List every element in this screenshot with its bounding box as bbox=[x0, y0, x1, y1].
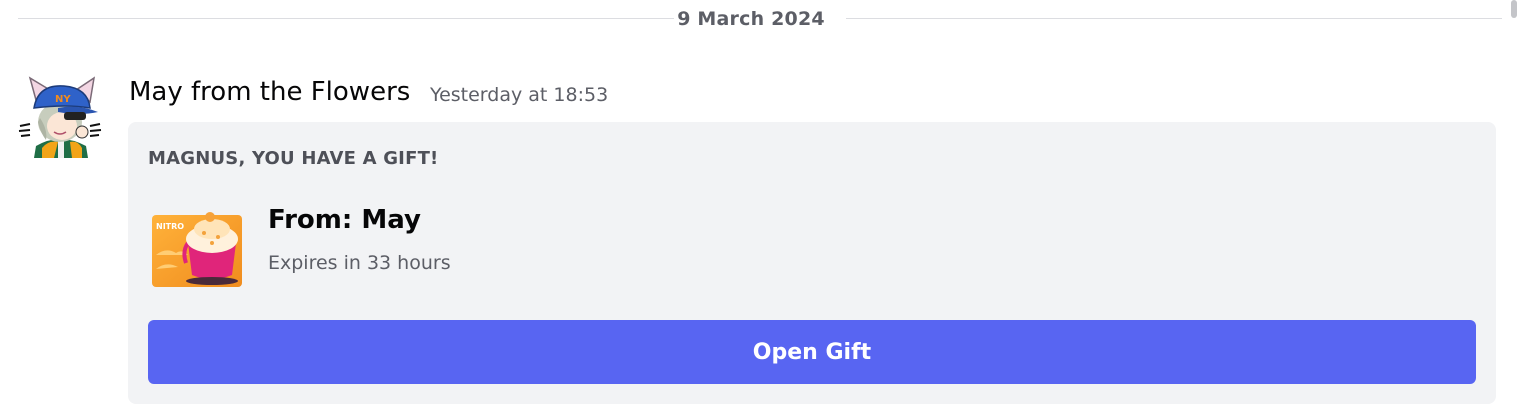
scrollbar-thumb[interactable] bbox=[1511, 0, 1517, 18]
gift-sender: From: May bbox=[268, 205, 421, 235]
chat-message-view: 9 March 2024 NY May from the Flowers Yes… bbox=[0, 0, 1520, 405]
gift-embed-card: MAGNUS, YOU HAVE A GIFT! NITRO From: May… bbox=[128, 122, 1496, 404]
nitro-label: NITRO bbox=[156, 222, 184, 231]
open-gift-button[interactable]: Open Gift bbox=[148, 320, 1476, 384]
cat-ear-cap-avatar-icon: NY bbox=[18, 76, 102, 158]
nitro-gift-thumbnail: NITRO bbox=[152, 211, 244, 289]
svg-text:NY: NY bbox=[55, 94, 71, 105]
message-timestamp: Yesterday at 18:53 bbox=[430, 84, 609, 106]
gift-heading: MAGNUS, YOU HAVE A GIFT! bbox=[148, 148, 439, 169]
message-author-name[interactable]: May from the Flowers bbox=[129, 77, 410, 107]
nitro-gift-icon: NITRO bbox=[152, 212, 242, 287]
gift-expiry: Expires in 33 hours bbox=[268, 252, 451, 274]
date-divider-label: 9 March 2024 bbox=[677, 8, 825, 30]
user-avatar[interactable]: NY bbox=[18, 74, 102, 158]
divider-line-right bbox=[846, 18, 1502, 19]
divider-line-left bbox=[18, 18, 674, 19]
